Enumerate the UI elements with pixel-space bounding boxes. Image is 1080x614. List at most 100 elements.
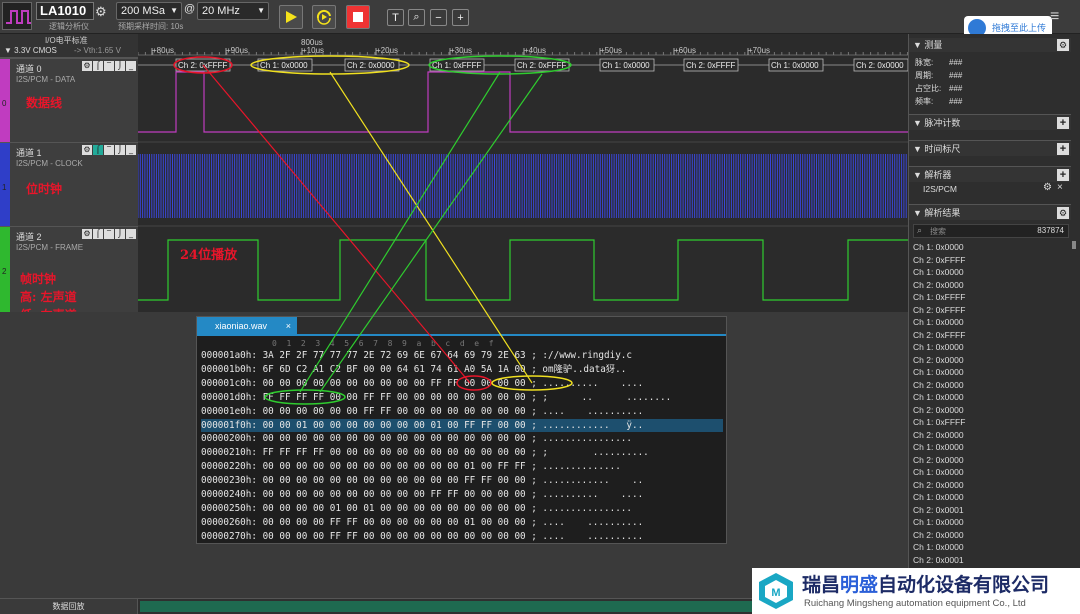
add-icon[interactable]: +	[1057, 169, 1069, 181]
channel-1-header[interactable]: 1 通道 1 I2S/PCM - CLOCK ⚙ ⌠ ‾ ⌡ _	[0, 142, 138, 227]
result-item[interactable]: Ch 2: 0x0000	[909, 279, 1069, 292]
result-item[interactable]: Ch 1: 0x0000	[909, 341, 1069, 354]
rising-edge-icon[interactable]: ⌠	[93, 229, 103, 239]
high-level-icon[interactable]: ‾	[104, 145, 114, 155]
decoder-section[interactable]: ▼ 解析器 +	[909, 166, 1071, 182]
result-item[interactable]: Ch 1: 0xFFFF	[909, 291, 1069, 304]
hex-row[interactable]: 00000270h: 00 00 00 00 FF FF 00 00 00 00…	[201, 530, 643, 543]
add-icon[interactable]: +	[1057, 117, 1069, 129]
result-item[interactable]: Ch 2: 0x0000	[909, 354, 1069, 367]
close-icon[interactable]: ×	[286, 317, 291, 336]
time-marker-section[interactable]: ▼ 时间标尺 +	[909, 140, 1071, 156]
low-level-icon[interactable]: _	[126, 229, 136, 239]
waveform-canvas[interactable]: +80us +90us +10us +20us +30us +40us +50us +60us…	[137, 34, 909, 312]
result-item[interactable]: Ch 1: 0x0000	[909, 516, 1069, 529]
result-item[interactable]: Ch 2: 0xFFFF	[909, 304, 1069, 317]
menu-icon[interactable]: ≡	[1050, 8, 1059, 26]
zoom-region-icon[interactable]: ⌕	[408, 9, 425, 26]
result-item[interactable]: Ch 1: 0x0000	[909, 466, 1069, 479]
measure-values: 脉宽: ### 周期: ### 占空比: ### 频率: ###	[915, 56, 962, 108]
hex-row[interactable]: 00000260h: 00 00 00 00 FF FF 00 00 00 00…	[201, 516, 643, 529]
frequency-select[interactable]: 20 MHz ▼	[197, 2, 269, 20]
hex-row[interactable]: 00000200h: 00 00 00 00 00 00 00 00 00 00…	[201, 432, 632, 445]
falling-edge-icon[interactable]: ⌡	[115, 229, 125, 239]
measure-section[interactable]: ▼ 测量 ⚙	[909, 38, 1071, 52]
stop-button[interactable]	[346, 5, 370, 29]
waveform-area[interactable]: +80us +90us +10us +20us +30us +40us +50us +60us…	[137, 34, 909, 312]
gear-icon[interactable]: ⚙	[82, 61, 92, 71]
rising-edge-icon[interactable]: ⌠	[93, 61, 103, 71]
result-item[interactable]: Ch 2: 0x0000	[909, 429, 1069, 442]
hex-editor-window[interactable]: xiaoniao.wav × 0 1 2 3 4 5 6 7 8 9 a b c …	[196, 316, 727, 544]
close-icon[interactable]: ×	[1057, 182, 1063, 193]
result-item[interactable]: Ch 1: 0x0000	[909, 241, 1069, 254]
add-icon[interactable]: +	[1057, 143, 1069, 155]
result-item[interactable]: Ch 1: 0x0000	[909, 366, 1069, 379]
device-name[interactable]: LA1010	[36, 2, 94, 20]
hex-row[interactable]: 00000250h: 00 00 00 00 01 00 01 00 00 00…	[201, 502, 632, 515]
rising-edge-icon[interactable]: ⌠	[93, 145, 103, 155]
channel-2-name[interactable]: 通道 2	[16, 230, 42, 243]
channel-0-name[interactable]: 通道 0	[16, 62, 42, 75]
falling-edge-icon[interactable]: ⌡	[115, 145, 125, 155]
low-level-icon[interactable]: _	[126, 145, 136, 155]
gear-icon[interactable]: ⚙	[1043, 182, 1052, 193]
result-item[interactable]: Ch 2: 0x0001	[909, 554, 1069, 567]
channel-1-name[interactable]: 通道 1	[16, 146, 42, 159]
start-button[interactable]	[279, 5, 303, 29]
result-item[interactable]: Ch 2: 0x0000	[909, 529, 1069, 542]
results-scrollbar[interactable]	[1072, 241, 1076, 249]
hex-row[interactable]: 000001a0h: 3A 2F 2F 77 77 77 2E 72 69 6E…	[201, 349, 632, 362]
result-item[interactable]: Ch 1: 0xFFFF	[909, 416, 1069, 429]
hex-file-tab[interactable]: xiaoniao.wav ×	[197, 317, 297, 336]
ruler-tick-label: +80us	[152, 46, 174, 55]
hex-row[interactable]: 000001c0h: 00 00 00 00 00 00 00 00 00 00…	[201, 377, 643, 390]
hex-row[interactable]: 000001d0h: FF FF FF FF 00 00 FF FF 00 00…	[201, 391, 671, 404]
low-level-icon[interactable]: _	[126, 61, 136, 71]
sample-rate-select[interactable]: 200 MSa ▼	[116, 2, 182, 20]
pulse-count-section[interactable]: ▼ 脉冲计数 +	[909, 114, 1071, 130]
zoom-in-icon[interactable]: +	[452, 9, 469, 26]
gear-icon[interactable]: ⚙	[82, 145, 92, 155]
result-item[interactable]: Ch 1: 0x0000	[909, 391, 1069, 404]
result-item[interactable]: Ch 2: 0x0001	[909, 504, 1069, 517]
high-level-icon[interactable]: ‾	[104, 61, 114, 71]
hex-row[interactable]: 000001b0h: 6F 6D C2 A1 C2 BF 00 00 64 61…	[201, 363, 626, 376]
io-standard-select[interactable]: ▼ 3.3V CMOS	[4, 46, 57, 55]
result-item[interactable]: Ch 1: 0x0000	[909, 491, 1069, 504]
result-item[interactable]: Ch 2: 0xFFFF	[909, 254, 1069, 267]
results-list[interactable]: Ch 1: 0x0000 Ch 2: 0xFFFF Ch 1: 0x0000 Ch 2…	[909, 241, 1069, 566]
high-level-icon[interactable]: ‾	[104, 229, 114, 239]
channel-2-protocol: I2S/PCM - FRAME	[16, 243, 84, 252]
playback-status: 数据回放	[0, 599, 138, 614]
zoom-out-icon[interactable]: −	[430, 9, 447, 26]
result-item[interactable]: Ch 1: 0x0000	[909, 316, 1069, 329]
result-item[interactable]: Ch 2: 0xFFFF	[909, 329, 1069, 342]
gear-icon[interactable]: ⚙	[1057, 39, 1069, 51]
ruler-center-label: 800us	[301, 38, 323, 47]
loop-button[interactable]	[312, 5, 336, 29]
result-item[interactable]: Ch 2: 0x0000	[909, 479, 1069, 492]
decoder-item[interactable]: I2S/PCM	[923, 184, 957, 194]
channel-0-header[interactable]: 0 通道 0 I2S/PCM - DATA ⚙ ⌠ ‾ ⌡ _	[0, 58, 138, 143]
result-item[interactable]: Ch 1: 0x0000	[909, 441, 1069, 454]
falling-edge-icon[interactable]: ⌡	[115, 61, 125, 71]
hex-row[interactable]: 000001e0h: 00 00 00 00 00 00 FF FF 00 00…	[201, 405, 643, 418]
hex-row[interactable]: 00000210h: FF FF FF FF 00 00 00 00 00 00…	[201, 446, 649, 459]
result-item[interactable]: Ch 2: 0x0000	[909, 454, 1069, 467]
result-item[interactable]: Ch 1: 0x0000	[909, 266, 1069, 279]
text-tool-icon[interactable]: T	[387, 9, 404, 26]
result-item[interactable]: Ch 2: 0x0000	[909, 379, 1069, 392]
hex-row[interactable]: 00000240h: 00 00 00 00 00 00 00 00 00 00…	[201, 488, 643, 501]
hex-row[interactable]: 00000230h: 00 00 00 00 00 00 00 00 00 00…	[201, 474, 643, 487]
channel-1-protocol: I2S/PCM - CLOCK	[16, 159, 83, 168]
gear-icon[interactable]: ⚙	[82, 229, 92, 239]
result-item[interactable]: Ch 2: 0x0000	[909, 404, 1069, 417]
results-section[interactable]: ▼ 解析结果 ⚙	[909, 204, 1071, 220]
device-settings-gear-icon[interactable]: ⚙	[95, 4, 107, 20]
result-item[interactable]: Ch 1: 0x0000	[909, 541, 1069, 554]
hex-row[interactable]: 00000220h: 00 00 00 00 00 00 00 00 00 00…	[201, 460, 621, 473]
gear-icon[interactable]: ⚙	[1057, 207, 1069, 219]
search-input[interactable]: ⌕ 搜索 837874	[913, 224, 1069, 238]
hex-row[interactable]: 000001f0h: 00 00 01 00 00 00 00 00 00 00…	[201, 418, 723, 432]
